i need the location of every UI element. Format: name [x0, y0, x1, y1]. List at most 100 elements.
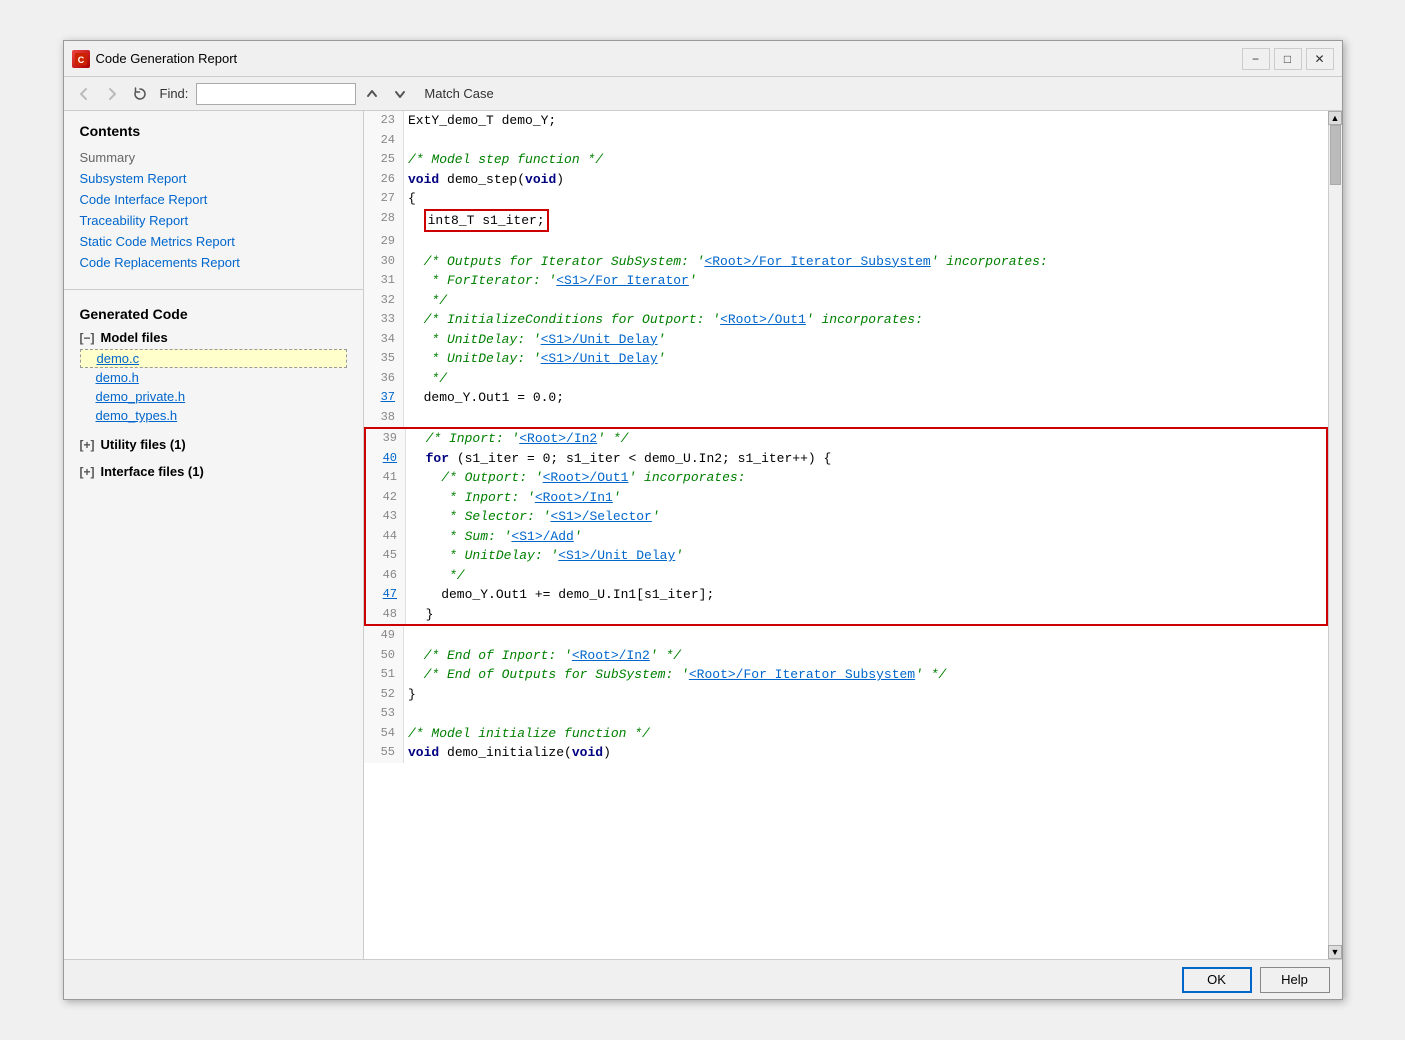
table-row: 47 demo_Y.Out1 += demo_U.In1[s1_iter];	[366, 585, 1326, 605]
file-demo-c[interactable]: demo.c	[80, 349, 347, 368]
root-out1-link2[interactable]: <Root>/Out1	[543, 470, 629, 485]
line-num: 26	[364, 170, 404, 190]
model-files-label: [−] Model files	[80, 330, 347, 345]
demo-h-link[interactable]: demo.h	[96, 370, 139, 385]
line-code: for (s1_iter = 0; s1_iter < demo_U.In2; …	[406, 449, 1326, 469]
table-row: 48 }	[366, 605, 1326, 625]
line-num: 28	[364, 209, 404, 233]
subsystem-report-link[interactable]: Subsystem Report	[80, 168, 347, 189]
refresh-button[interactable]	[128, 82, 152, 106]
line-code: /* Outport: '<Root>/Out1' incorporates:	[406, 468, 1326, 488]
root-for-iterator-end-link[interactable]: <Root>/For Iterator Subsystem	[689, 667, 915, 682]
line-code: demo_Y.Out1 = 0.0;	[404, 388, 1328, 408]
line-code: */	[404, 291, 1328, 311]
find-input[interactable]	[196, 83, 356, 105]
forward-button[interactable]	[100, 82, 124, 106]
line-code: * Selector: '<S1>/Selector'	[406, 507, 1326, 527]
table-row: 51 /* End of Outputs for SubSystem: '<Ro…	[364, 665, 1328, 685]
line-code: * ForIterator: '<S1>/For Iterator'	[404, 271, 1328, 291]
traceability-link[interactable]: Traceability Report	[80, 210, 347, 231]
table-row: 43 * Selector: '<S1>/Selector'	[366, 507, 1326, 527]
line-code	[404, 131, 1328, 151]
root-out1-link[interactable]: <Root>/Out1	[720, 312, 806, 327]
root-in2-link[interactable]: <Root>/In2	[519, 431, 597, 446]
summary-link[interactable]: Summary	[80, 147, 347, 168]
scroll-thumb[interactable]	[1330, 125, 1341, 185]
window-controls: − □ ✕	[1242, 48, 1334, 70]
back-button[interactable]	[72, 82, 96, 106]
line-code: {	[404, 189, 1328, 209]
line-code	[404, 704, 1328, 724]
line-num: 51	[364, 665, 404, 685]
line-num: 31	[364, 271, 404, 291]
s1-unit-delay-link-2[interactable]: <S1>/Unit Delay	[541, 351, 658, 366]
minimize-button[interactable]: −	[1242, 48, 1270, 70]
line-num: 34	[364, 330, 404, 350]
scroll-down-button[interactable]: ▼	[1328, 945, 1342, 959]
s1-selector-link[interactable]: <S1>/Selector	[550, 509, 651, 524]
line-code: * Sum: '<S1>/Add'	[406, 527, 1326, 547]
file-demo-h[interactable]: demo.h	[80, 368, 347, 387]
line-code: /* Inport: '<Root>/In2' */	[406, 429, 1326, 449]
line-num: 36	[364, 369, 404, 389]
s1-unit-delay-link-1[interactable]: <S1>/Unit Delay	[541, 332, 658, 347]
line-num-link[interactable]: 47	[366, 585, 406, 605]
line-code: int8_T s1_iter;	[404, 209, 1328, 233]
file-demo-private-h[interactable]: demo_private.h	[80, 387, 347, 406]
line-num: 39	[366, 429, 406, 449]
find-down-button[interactable]	[388, 82, 412, 106]
line-code: * UnitDelay: '<S1>/Unit Delay'	[404, 330, 1328, 350]
table-row: 24	[364, 131, 1328, 151]
line-num: 23	[364, 111, 404, 131]
line-num: 45	[366, 546, 406, 566]
static-metrics-link[interactable]: Static Code Metrics Report	[80, 231, 347, 252]
utility-files-collapse[interactable]: [+]	[80, 438, 95, 452]
model-files-collapse[interactable]: [−]	[80, 331, 95, 345]
code-table-after: 49 50 /* End of Inport: '<Root>/In2' */ …	[364, 626, 1328, 763]
root-in1-link[interactable]: <Root>/In1	[535, 490, 613, 505]
scroll-up-button[interactable]: ▲	[1328, 111, 1342, 125]
code-content[interactable]: 23 ExtY_demo_T demo_Y; 24 25 /* Model st…	[364, 111, 1328, 959]
line-code: /* Model initialize function */	[404, 724, 1328, 744]
line-num: 44	[366, 527, 406, 547]
help-button[interactable]: Help	[1260, 967, 1330, 993]
vertical-scrollbar[interactable]: ▲ ▼	[1328, 111, 1342, 959]
s1-for-iterator-link[interactable]: <S1>/For Iterator	[556, 273, 689, 288]
utility-files-text: Utility files (1)	[101, 437, 186, 452]
ok-button[interactable]: OK	[1182, 967, 1252, 993]
line-code: * UnitDelay: '<S1>/Unit Delay'	[404, 349, 1328, 369]
interface-files-collapse[interactable]: [+]	[80, 465, 95, 479]
line-num: 54	[364, 724, 404, 744]
line-code	[404, 626, 1328, 646]
scroll-track[interactable]	[1329, 125, 1342, 945]
s1-add-link[interactable]: <S1>/Add	[511, 529, 573, 544]
table-row: 23 ExtY_demo_T demo_Y;	[364, 111, 1328, 131]
root-for-iterator-link[interactable]: <Root>/For Iterator Subsystem	[704, 254, 930, 269]
line-num-link[interactable]: 37	[364, 388, 404, 408]
table-row: 55 void demo_initialize(void)	[364, 743, 1328, 763]
model-files-text: Model files	[101, 330, 168, 345]
table-row: 52 }	[364, 685, 1328, 705]
line-num: 30	[364, 252, 404, 272]
red-inline-highlight: int8_T s1_iter;	[424, 209, 549, 233]
line-num-link[interactable]: 40	[366, 449, 406, 469]
root-in2-end-link[interactable]: <Root>/In2	[572, 648, 650, 663]
find-label: Find:	[160, 86, 189, 101]
utility-files-label: [+] Utility files (1)	[80, 437, 347, 452]
line-num: 48	[366, 605, 406, 625]
main-content: Contents Summary Subsystem Report Code I…	[64, 111, 1342, 959]
code-replacements-link[interactable]: Code Replacements Report	[80, 252, 347, 273]
table-row: 38	[364, 408, 1328, 428]
demo-types-h-link[interactable]: demo_types.h	[96, 408, 178, 423]
maximize-button[interactable]: □	[1274, 48, 1302, 70]
s1-unit-delay-link-3[interactable]: <S1>/Unit Delay	[558, 548, 675, 563]
file-demo-types-h[interactable]: demo_types.h	[80, 406, 347, 425]
close-button[interactable]: ✕	[1306, 48, 1334, 70]
line-code: ExtY_demo_T demo_Y;	[404, 111, 1328, 131]
line-num: 41	[366, 468, 406, 488]
code-interface-link[interactable]: Code Interface Report	[80, 189, 347, 210]
line-num: 24	[364, 131, 404, 151]
demo-private-h-link[interactable]: demo_private.h	[96, 389, 186, 404]
find-up-button[interactable]	[360, 82, 384, 106]
demo-c-link[interactable]: demo.c	[97, 351, 140, 366]
